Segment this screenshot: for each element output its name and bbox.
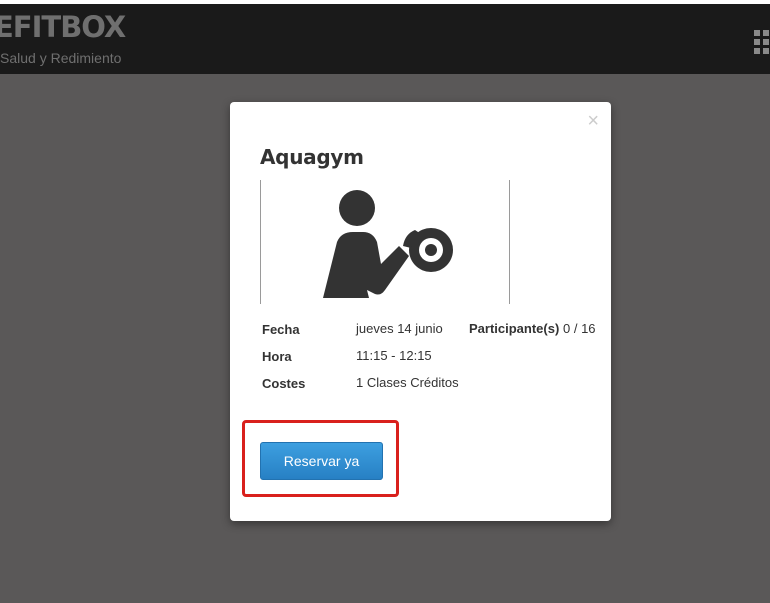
- hora-value: 11:15 - 12:15: [356, 348, 432, 363]
- site-logo[interactable]: EFITBOX: [0, 10, 126, 44]
- costes-label: Costes: [262, 376, 306, 391]
- class-title: Aquagym: [260, 145, 364, 169]
- site-tagline: Salud y Redimiento: [0, 50, 122, 66]
- close-button[interactable]: ×: [587, 110, 599, 132]
- fecha-value: jueves 14 junio: [356, 321, 443, 336]
- grid-menu-icon[interactable]: [754, 30, 770, 54]
- fecha-label: Fecha: [262, 322, 300, 337]
- site-header: EFITBOX Salud y Redimiento: [0, 4, 770, 74]
- weightlifter-icon: [323, 190, 453, 298]
- class-image: [260, 180, 510, 304]
- participantes-label: Participante(s): [469, 321, 560, 336]
- hora-label: Hora: [262, 349, 292, 364]
- participantes-value: 0 / 16: [563, 321, 596, 336]
- costes-value: 1 Clases Créditos: [356, 375, 459, 390]
- highlight-box: [242, 420, 399, 497]
